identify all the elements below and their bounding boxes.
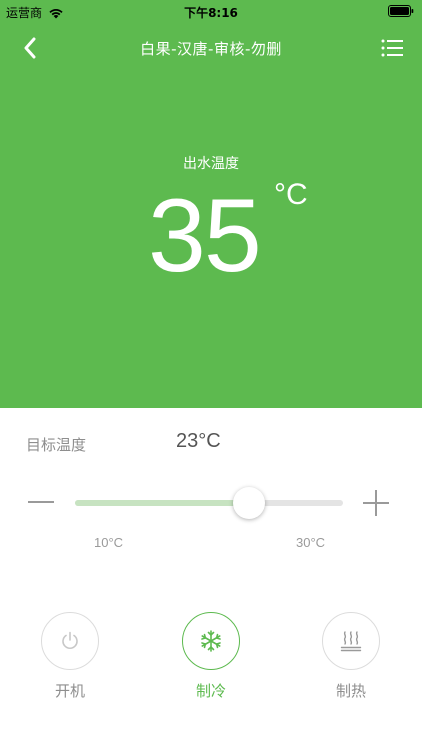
status-bar: 运营商 下午8:16 — [0, 0, 422, 22]
cool-mode-circle — [182, 612, 240, 670]
temperature-slider[interactable] — [75, 487, 343, 519]
power-icon — [62, 631, 78, 649]
heat-icon — [340, 631, 362, 652]
cool-mode-label: 制冷 — [195, 682, 226, 700]
slider-min-label: 10°C — [94, 535, 124, 550]
battery-icon — [388, 5, 414, 17]
power-label: 开机 — [54, 682, 85, 700]
increase-button[interactable] — [362, 490, 390, 516]
slider-max-label: 30°C — [296, 535, 326, 550]
header-panel: 运营商 下午8:16 白果-汉唐-审核-勿删 出水温度 35 °C — [0, 0, 422, 408]
heat-mode-label: 制热 — [335, 682, 366, 700]
heat-mode-button[interactable]: 制热 — [322, 612, 380, 701]
heat-mode-circle — [322, 612, 380, 670]
slider-thumb[interactable] — [233, 487, 266, 519]
cool-mode-button[interactable]: 制冷 — [182, 612, 240, 701]
outlet-temp-value: 35 — [148, 178, 262, 294]
target-temp-label: 目标温度 — [26, 436, 87, 454]
outlet-temp-label: 出水温度 — [183, 156, 239, 172]
menu-button[interactable] — [380, 36, 404, 60]
page-title: 白果-汉唐-审核-勿删 — [140, 40, 282, 58]
power-button-circle — [41, 612, 99, 670]
outlet-temp-unit: °C — [274, 178, 308, 211]
list-icon — [381, 39, 403, 57]
decrease-button[interactable] — [28, 490, 56, 514]
snowflake-icon — [201, 630, 221, 652]
status-time: 下午8:16 — [184, 6, 238, 20]
slider-fill — [75, 500, 250, 506]
target-temp-value: 23°C — [176, 430, 221, 452]
power-button[interactable]: 开机 — [41, 612, 99, 701]
nav-bar: 白果-汉唐-审核-勿删 — [0, 26, 422, 70]
